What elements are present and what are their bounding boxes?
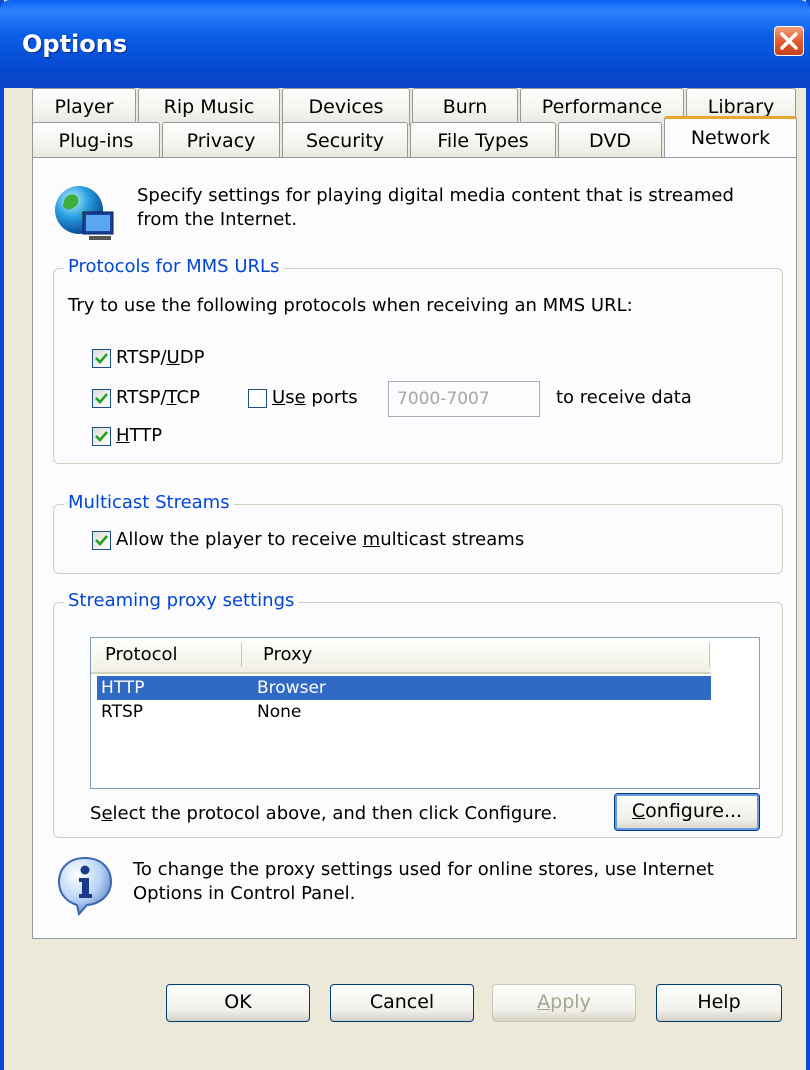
- tab-player[interactable]: Player: [32, 88, 136, 126]
- rtsp-tcp-checkbox[interactable]: [92, 389, 111, 408]
- tab-privacy[interactable]: Privacy: [162, 122, 280, 160]
- ok-button[interactable]: OK: [166, 984, 310, 1022]
- tab-rip-music[interactable]: Rip Music: [138, 88, 280, 126]
- tab-burn[interactable]: Burn: [412, 88, 518, 126]
- configure-button[interactable]: Configure...: [614, 793, 760, 831]
- row-proxy: Browser: [257, 678, 326, 698]
- close-icon: [780, 32, 798, 50]
- allow-multicast-checkbox[interactable]: [92, 531, 111, 550]
- info-text: To change the proxy settings used for on…: [133, 859, 714, 904]
- info-icon: [57, 856, 113, 916]
- help-button[interactable]: Help: [656, 984, 782, 1022]
- row-protocol: RTSP: [101, 702, 144, 722]
- protocols-group-title: Protocols for MMS URLs: [64, 256, 284, 277]
- proxy-row-http[interactable]: HTTP Browser: [97, 676, 711, 700]
- multicast-group-title: Multicast Streams: [64, 492, 234, 513]
- proxy-list[interactable]: Protocol Proxy HTTP Browser RTSP None: [90, 637, 760, 789]
- http-label[interactable]: HTTP: [116, 425, 162, 446]
- proxy-group-title: Streaming proxy settings: [64, 590, 299, 611]
- column-proxy[interactable]: Proxy: [263, 644, 312, 665]
- window-title: Options: [22, 30, 128, 58]
- proxy-row-rtsp[interactable]: RTSP None: [97, 700, 711, 724]
- apply-button[interactable]: Apply: [492, 984, 636, 1022]
- tab-security[interactable]: Security: [282, 122, 408, 160]
- tab-dvd[interactable]: DVD: [558, 122, 662, 160]
- http-checkbox[interactable]: [92, 427, 111, 446]
- network-globe-icon: [55, 186, 114, 240]
- allow-multicast-label[interactable]: Allow the player to receive multicast st…: [116, 529, 524, 550]
- protocols-group: Protocols for MMS URLs Try to use the fo…: [53, 256, 783, 464]
- row-protocol: HTTP: [101, 678, 145, 698]
- use-ports-checkbox[interactable]: [248, 389, 267, 408]
- use-ports-label[interactable]: Use ports: [272, 387, 358, 408]
- protocols-instruction: Try to use the following protocols when …: [68, 295, 633, 316]
- column-separator[interactable]: [241, 643, 242, 667]
- checkmark-icon: [95, 431, 108, 442]
- tab-network[interactable]: Network: [664, 116, 797, 160]
- tab-devices[interactable]: Devices: [282, 88, 410, 126]
- tab-file-types[interactable]: File Types: [410, 122, 556, 160]
- network-tab-panel: Specify settings for playing digital med…: [32, 157, 797, 939]
- cancel-button[interactable]: Cancel: [330, 984, 474, 1022]
- tab-performance[interactable]: Performance: [520, 88, 684, 126]
- tab-plug-ins[interactable]: Plug-ins: [32, 122, 160, 160]
- rtsp-tcp-label[interactable]: RTSP/TCP: [116, 387, 200, 408]
- proxy-group: Streaming proxy settings Protocol Proxy …: [53, 590, 783, 838]
- rtsp-udp-checkbox[interactable]: [92, 349, 111, 368]
- checkmark-icon: [95, 393, 108, 404]
- proxy-list-header: Protocol Proxy: [91, 638, 711, 674]
- row-proxy: None: [257, 702, 302, 722]
- proxy-hint-text: Select the protocol above, and then clic…: [90, 803, 558, 824]
- column-separator[interactable]: [709, 643, 710, 667]
- checkmark-icon: [95, 353, 108, 364]
- options-window: Options Player Rip Music Devices Burn Pe…: [0, 0, 810, 1070]
- multicast-group: Multicast Streams Allow the player to re…: [53, 492, 783, 574]
- rtsp-udp-label[interactable]: RTSP/UDP: [116, 347, 204, 368]
- column-protocol[interactable]: Protocol: [105, 644, 178, 665]
- title-bar[interactable]: Options: [0, 0, 810, 88]
- ports-input[interactable]: 7000-7007: [388, 381, 540, 417]
- close-button[interactable]: [774, 26, 804, 56]
- receive-data-label: to receive data: [556, 387, 692, 408]
- intro-text: Specify settings for playing digital med…: [137, 185, 734, 230]
- checkmark-icon: [95, 535, 108, 546]
